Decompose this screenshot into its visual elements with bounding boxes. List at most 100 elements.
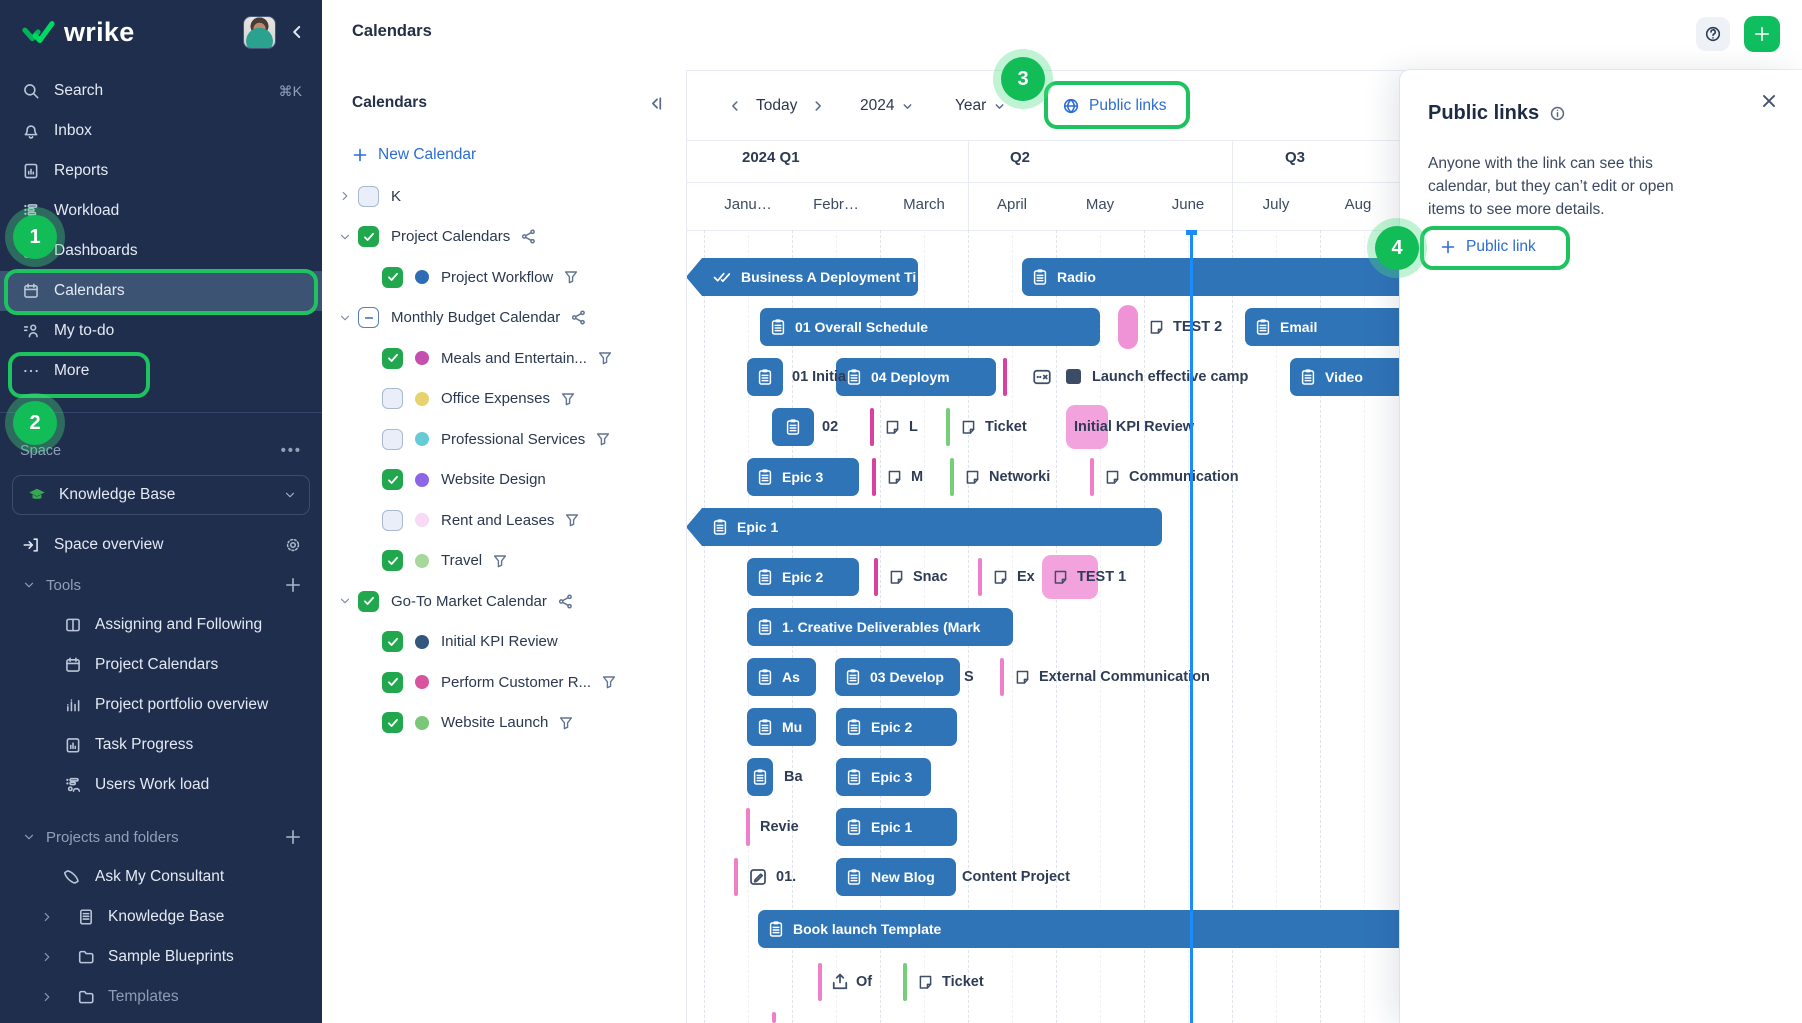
task-bar-04-deploym[interactable]: 04 Deploym [836,358,996,396]
sidebar-item-assigning-and-following[interactable]: Assigning and Following [0,605,322,645]
chevron-right-icon[interactable] [332,189,358,203]
panel-collapse-icon[interactable] [647,95,664,112]
calendar-tree-item-office-expenses[interactable]: Office Expenses [322,379,686,420]
sidebar-item-search[interactable]: Search ⌘K [0,71,322,111]
task-label[interactable]: Content Project [962,858,1070,896]
sidebar-item-my-to-do[interactable]: My to-do [0,311,322,351]
task-label[interactable]: Initial KPI Review [1074,408,1194,446]
checkbox-unchecked[interactable] [358,186,379,207]
checkbox-unchecked[interactable] [382,388,403,409]
task-bar-video[interactable]: Video [1290,358,1410,396]
task-bar-01-overall-schedule[interactable]: 01 Overall Schedule [760,308,1100,346]
task-bar-epic-1[interactable]: Epic 1 [836,808,957,846]
task-bar-epic-2[interactable]: Epic 2 [836,708,957,746]
sidebar-item-reports[interactable]: Reports [0,151,322,191]
space-selector[interactable]: Knowledge Base [12,475,310,515]
sidebar-item-knowledge-base[interactable]: Knowledge Base [0,897,322,937]
task-bar-email[interactable]: Email [1245,308,1410,346]
task-bar-item-r2[interactable] [747,358,783,396]
task-bar-epic-1[interactable]: Epic 1 [686,508,1162,546]
task-label[interactable]: Launch effective camp [1092,358,1248,396]
task-label[interactable]: 01. [776,858,796,896]
sidebar-item-more[interactable]: More [0,351,322,391]
task-label[interactable]: Revie [760,808,799,846]
task-label[interactable]: Ba [784,758,803,796]
task-label[interactable]: Of [856,963,872,1001]
checkbox-checked[interactable] [382,631,403,652]
task-label-external-communication[interactable]: External Communication [1014,658,1210,696]
checkbox-checked[interactable] [382,469,403,490]
calendar-tree-item-monthly-budget-calendar[interactable]: Monthly Budget Calendar [322,298,686,339]
checkbox-checked[interactable] [358,226,379,247]
calendar-tree-item-perform-customer-r[interactable]: Perform Customer R... [322,662,686,703]
new-calendar-button[interactable]: New Calendar [352,146,686,164]
checkbox-checked[interactable] [358,591,379,612]
task-label-ex[interactable]: Ex [992,558,1035,596]
calendar-tree-item-project-workflow[interactable]: Project Workflow [322,257,686,298]
task-label-ticket[interactable]: Ticket [960,408,1027,446]
task-bar-item-r3[interactable] [772,408,814,446]
calendar-tree-item-travel[interactable]: Travel [322,541,686,582]
task-label-networki[interactable]: Networki [964,458,1050,496]
checkbox-unchecked[interactable] [382,429,403,450]
calendar-tree-item-project-calendars[interactable]: Project Calendars [322,217,686,258]
add-public-link-button[interactable]: Public link [1440,238,1536,256]
task-label-snac[interactable]: Snac [888,558,948,596]
sidebar-item-sample-blueprints[interactable]: Sample Blueprints [0,937,322,977]
help-button[interactable] [1696,17,1730,51]
sidebar-item-space-overview[interactable]: Space overview [0,525,322,565]
checkbox-checked[interactable] [382,348,403,369]
task-bar-epic-2[interactable]: Epic 2 [747,558,859,596]
group-header-tools[interactable]: Tools [0,565,322,605]
chevron-down-icon[interactable] [332,311,358,325]
create-button[interactable] [1744,16,1780,52]
sidebar-item-templates[interactable]: Templates [0,977,322,1017]
calendar-tree-item-website-design[interactable]: Website Design [322,460,686,501]
close-icon[interactable] [1760,92,1778,110]
sidebar-item-project-calendars[interactable]: Project Calendars [0,645,322,685]
avatar[interactable] [243,16,276,49]
task-label-test-2[interactable]: TEST 2 [1148,308,1222,346]
task-label-m[interactable]: M [886,458,923,496]
task-label[interactable]: 01 Initia [792,358,846,396]
task-bar-item-r10[interactable] [747,758,773,796]
checkbox-checked[interactable] [382,550,403,571]
calendar-tree-item-rent-and-leases[interactable]: Rent and Leases [322,500,686,541]
sidebar-item-project-portfolio-overview[interactable]: Project portfolio overview [0,685,322,725]
task-label-l[interactable]: L [884,408,918,446]
task-bar-epic-3[interactable]: Epic 3 [836,758,931,796]
task-bar-1-creative-deliverables-mark[interactable]: 1. Creative Deliverables (Mark [747,608,1013,646]
calendar-tree-item-initial-kpi-review[interactable]: Initial KPI Review [322,622,686,663]
calendar-tree-item-k[interactable]: K [322,176,686,217]
chevron-down-icon[interactable] [332,230,358,244]
task-label-test-1[interactable]: TEST 1 [1052,558,1126,596]
group-header-projects-and-folders[interactable]: Projects and folders [0,817,322,857]
checkbox-checked[interactable] [382,267,403,288]
sidebar-item-inbox[interactable]: Inbox [0,111,322,151]
checkbox-unchecked[interactable] [382,510,403,531]
sidebar-item-task-progress[interactable]: Task Progress [0,725,322,765]
sidebar-item-users-work-load[interactable]: Users Work load [0,765,322,805]
chevron-down-icon[interactable] [332,594,358,608]
checkbox-checked[interactable] [382,672,403,693]
space-menu-icon[interactable]: ••• [281,443,302,459]
task-bar-mu[interactable]: Mu [747,708,816,746]
task-label[interactable]: 02 [822,408,838,446]
milestone-pill[interactable] [1118,305,1138,349]
calendar-tree-item-professional-services[interactable]: Professional Services [322,419,686,460]
task-bar-03-develop[interactable]: 03 Develop [835,658,960,696]
sidebar-item-calendars[interactable]: Calendars [0,271,322,311]
task-bar-business-a-deployment-ti[interactable]: Business A Deployment Ti [686,258,918,296]
checkbox-mixed[interactable] [358,307,379,328]
task-label[interactable]: S [964,658,974,696]
sidebar-collapse-icon[interactable] [288,23,306,41]
sidebar-item-ask-my-consultant[interactable]: Ask My Consultant [0,857,322,897]
task-label-communication[interactable]: Communication [1104,458,1239,496]
task-bar-epic-3[interactable]: Epic 3 [747,458,859,496]
task-bar-book-launch-template[interactable]: Book launch Template [758,910,1410,948]
info-icon[interactable] [1549,105,1566,122]
task-label-ticket[interactable]: Ticket [917,963,984,1001]
calendar-tree-item-meals-and-entertain[interactable]: Meals and Entertain... [322,338,686,379]
calendar-tree-item-go-to-market-calendar[interactable]: Go-To Market Calendar [322,581,686,622]
task-bar-radio[interactable]: Radio [1022,258,1410,296]
